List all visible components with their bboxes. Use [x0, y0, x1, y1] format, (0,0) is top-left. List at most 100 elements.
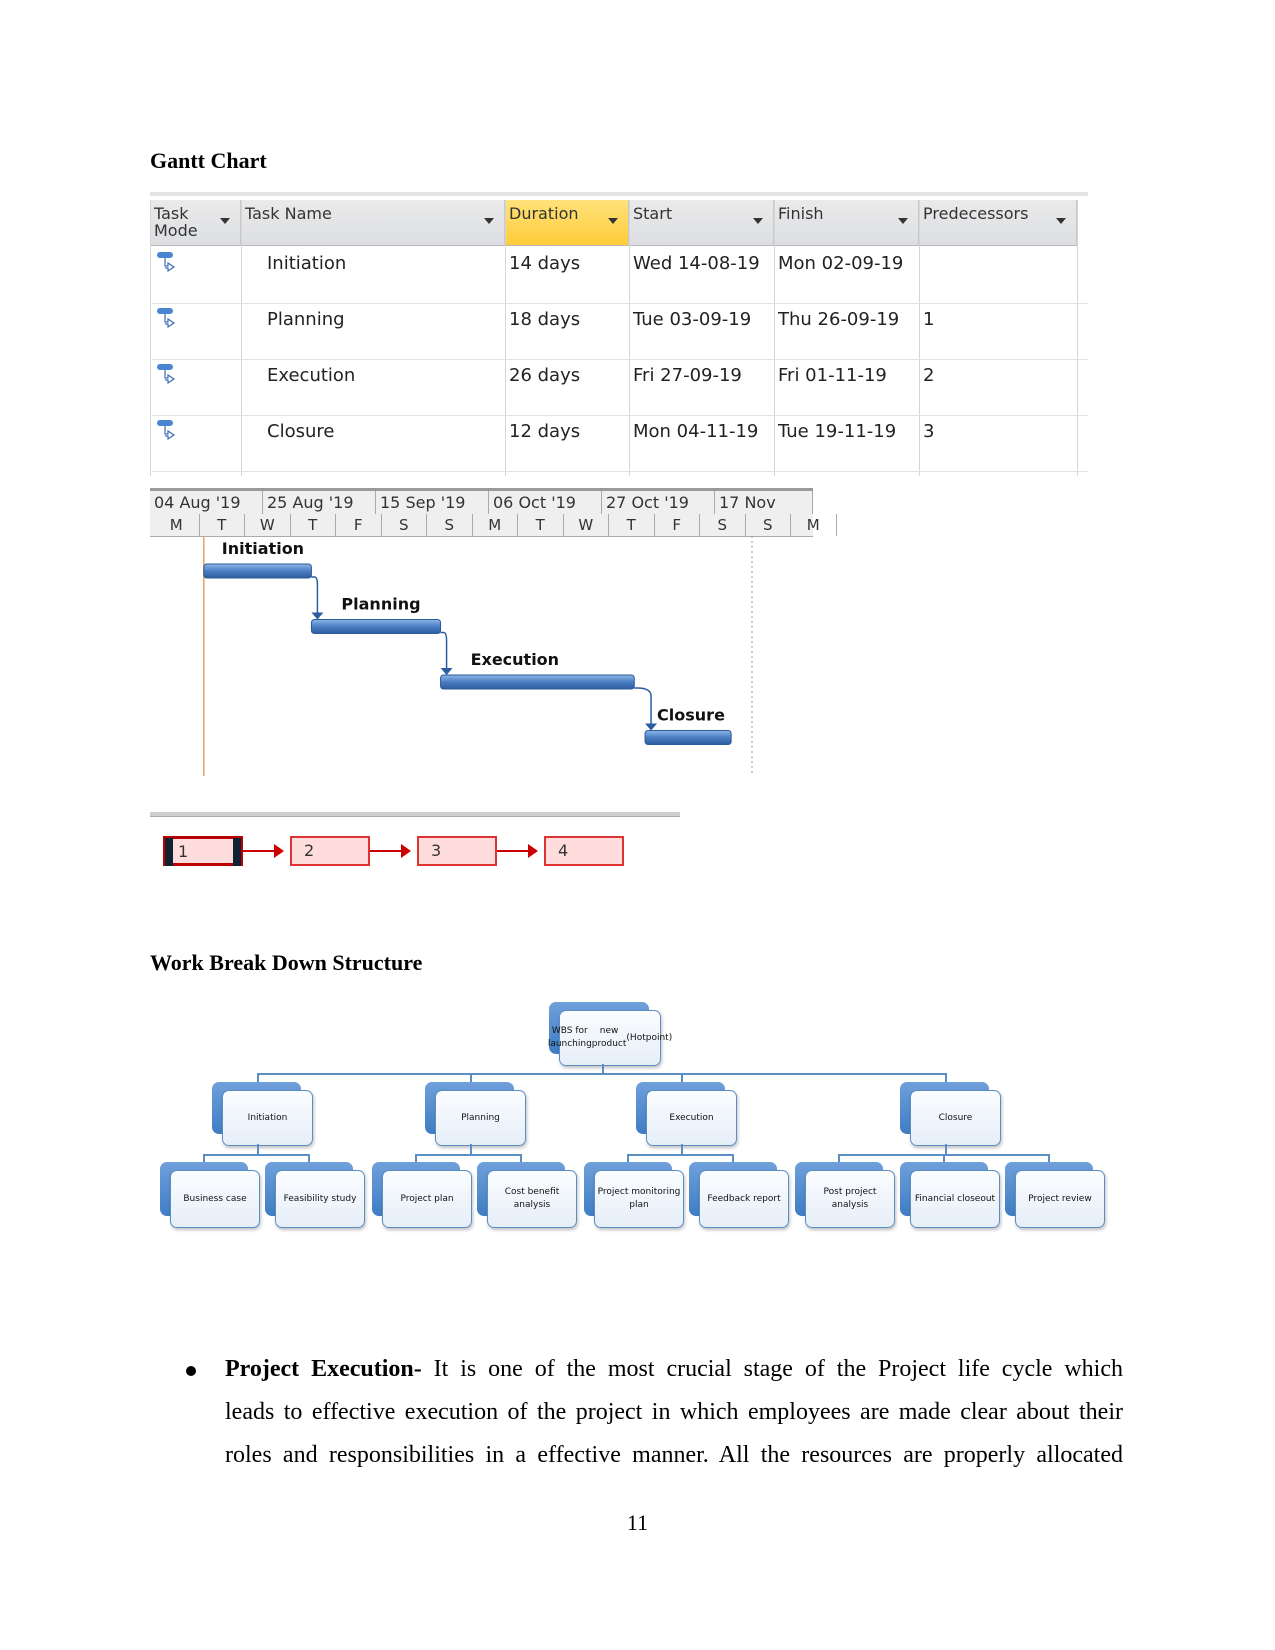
table-row[interactable]: Initiation 14 days Wed 14-08-19 Mon 02-09-1…	[150, 247, 1088, 304]
auto-scheduled-task-icon	[157, 252, 176, 273]
network-arrow	[243, 844, 284, 858]
timescale-minor-label: T	[609, 514, 655, 536]
timescale-minor-label: S	[427, 514, 473, 536]
auto-scheduled-task-icon	[157, 308, 176, 329]
column-header-label: Finish	[778, 204, 824, 223]
network-node[interactable]: 3	[417, 836, 497, 866]
timescale-minor-label: F	[336, 514, 382, 536]
timescale-major: 04 Aug '19 25 Aug '19 15 Sep '19 06 Oct '19…	[150, 488, 813, 516]
dependency-link	[634, 687, 652, 725]
timescale-minor-label: M	[791, 514, 837, 536]
dependency-arrow-icon	[440, 668, 453, 675]
cell-start[interactable]: Mon 04-11-19	[633, 421, 758, 442]
node-label: Financial closeout	[910, 1170, 1000, 1228]
node-label: Closure	[910, 1090, 1001, 1146]
gantt-bar-chart: Initiation Planning Execution Closure	[203, 536, 753, 776]
cell-name[interactable]: Planning	[267, 309, 345, 330]
dropdown-arrow-icon[interactable]	[220, 218, 230, 224]
root-label-line: (Hotpoint)	[626, 1032, 673, 1043]
network-arrow	[370, 844, 411, 858]
column-header-predecessors[interactable]: Predecessors	[919, 200, 1077, 246]
node-label: Business case	[170, 1170, 260, 1228]
timescale-minor-label: F	[655, 514, 700, 536]
paragraph-line: roles and responsibilities in a effectiv…	[225, 1442, 1123, 1468]
network-node[interactable]: 1	[163, 836, 243, 866]
timescale-minor-label: T	[291, 514, 336, 536]
cell-name[interactable]: Execution	[267, 365, 355, 386]
gantt-bar-label: Execution	[471, 650, 559, 669]
wbs-heading: Work Break Down Structure	[150, 950, 423, 975]
timescale-minor-label: W	[245, 514, 291, 536]
column-header-start[interactable]: Start	[629, 200, 774, 246]
timescale-minor-label: T	[518, 514, 564, 536]
gantt-bar	[440, 674, 635, 690]
cell-duration[interactable]: 12 days	[509, 421, 580, 442]
wbs-connector	[627, 1154, 732, 1156]
gantt-bar	[203, 563, 312, 579]
cell-finish[interactable]: Fri 01-11-19	[778, 365, 887, 386]
cell-finish[interactable]: Tue 19-11-19	[778, 421, 896, 442]
node-label: Execution	[646, 1090, 737, 1146]
dependency-link	[311, 576, 319, 614]
dropdown-arrow-icon[interactable]	[898, 218, 908, 224]
paragraph-line: leads to effective execution of the proj…	[225, 1399, 1123, 1425]
dropdown-arrow-icon[interactable]	[484, 218, 494, 224]
column-header-task-name[interactable]: Task Name	[241, 200, 505, 246]
node-label: Cost benefit analysis	[487, 1170, 577, 1228]
timescale-major-label: 27 Oct '19	[602, 491, 715, 515]
network-arrow	[497, 844, 538, 858]
wbs-connector	[415, 1154, 417, 1162]
wbs-connector	[520, 1154, 522, 1162]
table-row[interactable]: Planning 18 days Tue 03-09-19 Thu 26-09-19 1	[150, 303, 1088, 360]
column-header-finish[interactable]: Finish	[774, 200, 919, 246]
cell-name[interactable]: Initiation	[267, 253, 346, 274]
timescale-major-label: 15 Sep '19	[376, 491, 489, 515]
network-node[interactable]: 4	[544, 836, 624, 866]
dependency-arrow-icon	[311, 612, 324, 620]
table-row[interactable]: Closure 12 days Mon 04-11-19 Tue 19-11-19 3	[150, 415, 1088, 472]
cell-duration[interactable]: 14 days	[509, 253, 580, 274]
gantt-chart-heading: Gantt Chart	[150, 148, 267, 173]
wbs-connector	[470, 1144, 472, 1154]
gantt-task-table: Task Mode Task Name Duration Start Finis…	[150, 192, 1088, 476]
cell-name[interactable]: Closure	[267, 421, 334, 442]
node-label: Initiation	[222, 1090, 313, 1146]
column-header-duration[interactable]: Duration	[505, 200, 629, 246]
cell-predecessors[interactable]: 2	[923, 365, 934, 386]
root-label-line: WBS for launching	[547, 1026, 592, 1049]
node-label: Feasibility study	[275, 1170, 365, 1228]
gantt-timescale: 04 Aug '19 25 Aug '19 15 Sep '19 06 Oct '19…	[150, 488, 837, 537]
node-label: Project review	[1015, 1170, 1105, 1228]
cell-predecessors[interactable]: 3	[923, 421, 934, 442]
dropdown-arrow-icon[interactable]	[608, 218, 618, 224]
wbs-connector	[415, 1154, 520, 1156]
cell-finish[interactable]: Mon 02-09-19	[778, 253, 903, 274]
cell-start[interactable]: Fri 27-09-19	[633, 365, 742, 386]
wbs-connector	[838, 1154, 840, 1162]
dependency-arrow-icon	[645, 723, 658, 731]
cell-duration[interactable]: 18 days	[509, 309, 580, 330]
bullet-icon	[186, 1366, 196, 1376]
timescale-minor-label: S	[746, 514, 791, 536]
gantt-bar	[310, 619, 442, 634]
timescale-major-label: 06 Oct '19	[489, 491, 602, 515]
network-node[interactable]: 2	[290, 836, 370, 866]
wbs-connector	[308, 1154, 310, 1162]
cell-start[interactable]: Tue 03-09-19	[633, 309, 751, 330]
cell-finish[interactable]: Thu 26-09-19	[778, 309, 899, 330]
gantt-bar-label: Initiation	[222, 539, 304, 558]
dropdown-arrow-icon[interactable]	[1056, 218, 1066, 224]
wbs-connector	[732, 1154, 734, 1162]
column-header-task-mode[interactable]: Task Mode	[150, 200, 241, 246]
cell-predecessors[interactable]: 1	[923, 309, 934, 330]
auto-scheduled-task-icon	[157, 420, 176, 441]
wbs-connector	[945, 1144, 947, 1154]
node-label: Project monitoring plan	[594, 1170, 684, 1228]
dropdown-arrow-icon[interactable]	[753, 218, 763, 224]
timescale-major-label: 17 Nov	[715, 491, 813, 515]
table-row[interactable]: Execution 26 days Fri 27-09-19 Fri 01-11-19…	[150, 359, 1088, 416]
wbs-connector	[681, 1144, 683, 1154]
cell-start[interactable]: Wed 14-08-19	[633, 253, 760, 274]
node-label: WBS for launching new product (Hotpoint)	[548, 1010, 672, 1066]
cell-duration[interactable]: 26 days	[509, 365, 580, 386]
